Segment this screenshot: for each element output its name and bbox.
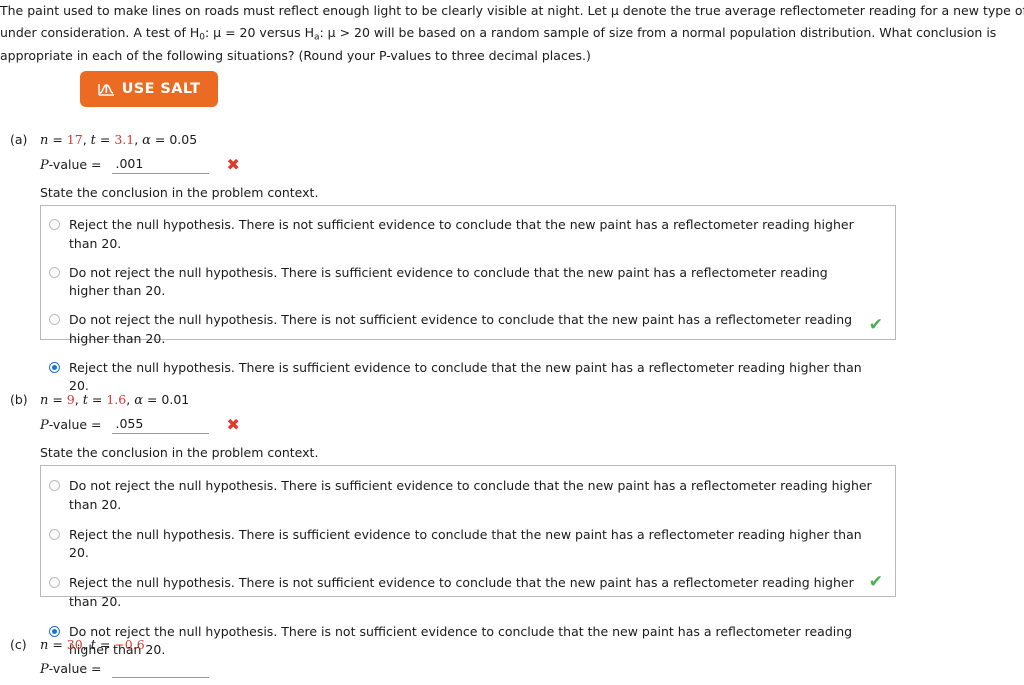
part-a-choice-1[interactable]: Reject the null hypothesis. There is not… bbox=[41, 213, 895, 257]
part-b-given: n = 9, t = 1.6, α = 0.01 bbox=[40, 392, 190, 408]
problem-line-2: under consideration. A test of H0: μ = 2… bbox=[0, 22, 1024, 46]
part-c-pvalue-label: P-value = bbox=[40, 661, 102, 677]
part-a-correct-mark: ✔ bbox=[868, 315, 883, 335]
radio-button[interactable] bbox=[49, 266, 60, 278]
radio-button[interactable] bbox=[49, 314, 60, 325]
part-b-choice-4[interactable]: Do not reject the null hypothesis. There… bbox=[41, 620, 895, 664]
part-a-t-value: 3.1 bbox=[114, 132, 135, 147]
part-b-pvalue-label: P-value = bbox=[40, 416, 102, 433]
part-b-alpha-value: 0.01 bbox=[161, 392, 190, 407]
part-c-n-symbol: n bbox=[40, 638, 49, 653]
part-c-n-value: 30 bbox=[66, 637, 83, 652]
choice-label: Do not reject the null hypothesis. There… bbox=[69, 623, 853, 658]
part-b-choice-3[interactable]: Reject the null hypothesis. There is not… bbox=[41, 571, 895, 615]
part-c-pvalue-row: P-value = bbox=[40, 660, 209, 678]
part-b-n-value: 9 bbox=[66, 392, 75, 407]
choice-label: Reject the null hypothesis. There is suf… bbox=[69, 526, 862, 561]
part-b-correct-mark: ✔ bbox=[868, 572, 883, 592]
salt-chart-icon bbox=[97, 82, 115, 97]
part-a-given: n = 17, t = 3.1, α = 0.05 bbox=[40, 132, 198, 148]
radio-button-selected[interactable] bbox=[49, 625, 60, 637]
radio-button-selected[interactable] bbox=[49, 361, 60, 373]
part-b-n-symbol: n bbox=[40, 393, 49, 408]
radio-button[interactable] bbox=[49, 219, 60, 230]
part-b-t-value: 1.6 bbox=[106, 392, 127, 407]
part-a-pvalue-label: P-value = bbox=[40, 156, 102, 173]
choice-label: Reject the null hypothesis. There is not… bbox=[69, 575, 854, 609]
part-c-given: n = 30, t = −0.6 bbox=[40, 637, 145, 653]
part-a-alpha-value: 0.05 bbox=[169, 132, 198, 147]
problem-line-2-part-b: : μ = 20 versus H bbox=[204, 24, 314, 40]
part-a-n-value: 17 bbox=[66, 132, 83, 147]
part-c-label: (c) bbox=[10, 637, 27, 652]
part-a-alpha-symbol: α bbox=[142, 133, 151, 148]
part-a-choice-2[interactable]: Do not reject the null hypothesis. There… bbox=[41, 261, 895, 305]
problem-line-2-part-c: : μ > 20 will be based on a random sampl… bbox=[319, 24, 638, 40]
part-b-label: (b) bbox=[10, 392, 28, 407]
part-b-incorrect-mark: ✖ bbox=[226, 415, 240, 434]
part-b-pvalue-row: P-value = ✖ bbox=[40, 415, 240, 434]
choice-label: Do not reject the null hypothesis. There… bbox=[69, 264, 828, 299]
part-b-choice-2[interactable]: Reject the null hypothesis. There is suf… bbox=[41, 523, 895, 567]
radio-button[interactable] bbox=[49, 528, 60, 540]
part-b-t-symbol: t bbox=[82, 393, 88, 408]
part-a-pvalue-input[interactable] bbox=[111, 155, 209, 174]
part-a-choice-group: Reject the null hypothesis. There is not… bbox=[40, 205, 896, 393]
radio-button[interactable] bbox=[49, 577, 60, 588]
part-b-alpha-symbol: α bbox=[134, 393, 143, 408]
problem-line-1: The paint used to make lines on roads mu… bbox=[0, 3, 1024, 18]
part-a-pvalue-row: P-value = ✖ bbox=[40, 155, 240, 174]
part-b-choice-1[interactable]: Do not reject the null hypothesis. There… bbox=[41, 474, 895, 518]
choice-label: Reject the null hypothesis. There is suf… bbox=[69, 359, 862, 394]
part-c-t-symbol: t bbox=[90, 638, 96, 653]
part-c-pvalue-input[interactable] bbox=[111, 660, 209, 678]
part-a-label: (a) bbox=[10, 132, 28, 147]
choice-label: Reject the null hypothesis. There is not… bbox=[69, 217, 854, 251]
part-b-choice-group: Do not reject the null hypothesis. There… bbox=[40, 465, 896, 657]
part-a-n-symbol: n bbox=[40, 133, 49, 148]
part-a-choice-3[interactable]: Do not reject the null hypothesis. There… bbox=[41, 308, 895, 352]
use-salt-label: USE SALT bbox=[121, 81, 201, 97]
problem-line-3: appropriate in each of the following sit… bbox=[0, 48, 591, 64]
part-a-incorrect-mark: ✖ bbox=[226, 155, 240, 174]
problem-line-2-part-d: from a normal population distribution. W… bbox=[637, 24, 997, 40]
choice-label: Do not reject the null hypothesis. There… bbox=[69, 312, 853, 346]
choice-label: Do not reject the null hypothesis. There… bbox=[69, 478, 872, 512]
use-salt-button[interactable]: USE SALT bbox=[80, 71, 218, 107]
part-c-t-value: −0.6 bbox=[114, 637, 145, 652]
part-b-prompt: State the conclusion in the problem cont… bbox=[40, 445, 319, 460]
problem-statement: The paint used to make lines on roads mu… bbox=[0, 0, 1024, 67]
radio-button[interactable] bbox=[49, 480, 60, 491]
part-a-prompt: State the conclusion in the problem cont… bbox=[40, 185, 319, 200]
problem-line-2-part-a: under consideration. A test of H bbox=[0, 24, 200, 40]
part-a-t-symbol: t bbox=[90, 133, 96, 148]
part-b-pvalue-input[interactable] bbox=[111, 415, 209, 434]
